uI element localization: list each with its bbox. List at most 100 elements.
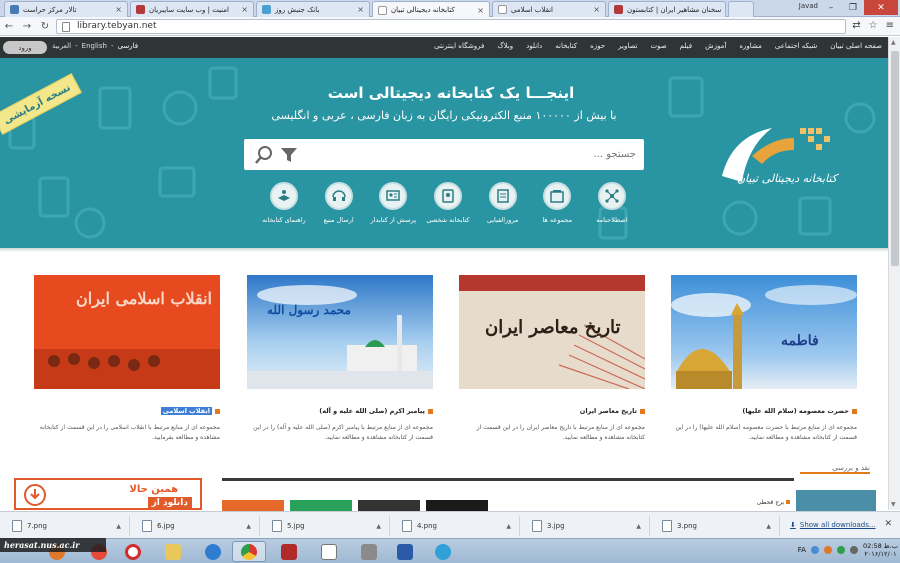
menu-item[interactable]: کتابخانه	[555, 42, 577, 50]
lang-persian[interactable]: فارسی	[117, 42, 138, 50]
maximize-icon[interactable]: ❐	[842, 0, 864, 15]
chevron-down-icon[interactable]: ▲	[766, 523, 771, 530]
tab-close-icon[interactable]: ×	[241, 5, 248, 14]
download-item[interactable]: 3.png ▲	[654, 516, 780, 536]
browser-tab[interactable]: بانک جنبش روز ×	[256, 1, 370, 17]
chevron-down-icon[interactable]: ▲	[116, 523, 121, 530]
menu-item[interactable]: صفحه اصلی تبیان	[830, 42, 882, 50]
browser-tab[interactable]: امنیت | وب سایت سایبریان ×	[130, 1, 254, 17]
taskbar-app[interactable]	[352, 541, 386, 562]
taskbar-app[interactable]	[426, 541, 460, 562]
tray-icon[interactable]	[810, 546, 819, 554]
collection-card[interactable]: انقلاب اسلامی ایران انقلاب اسلامی مجموعه…	[34, 275, 220, 443]
download-item[interactable]: 4.png ▲	[394, 516, 520, 536]
tray-icon[interactable]	[836, 546, 845, 554]
feature-library-guide[interactable]: راهنمای کتابخانه	[258, 182, 310, 232]
collection-card[interactable]: تاریخ معاصر ایران تاریخ معاصر ایران مجمو…	[459, 275, 645, 443]
clock[interactable]: 02:58 ب.ظ ۲۰۱۶/۱۲/۰۱	[863, 542, 898, 558]
close-icon[interactable]: ✕	[864, 0, 898, 15]
feature-ask-librarian[interactable]: پرسش از کتابدار	[367, 182, 419, 232]
collection-image[interactable]: فاطمه	[671, 275, 857, 389]
browser-user-name[interactable]: Javad	[799, 2, 818, 10]
collection-card[interactable]: فاطمه حضرت معصومه (سلام الله علیها) مجمو…	[671, 275, 857, 443]
feature-upload-source[interactable]: ارسال منبع	[313, 182, 365, 232]
search-icon[interactable]	[254, 145, 274, 165]
collection-title[interactable]: حضرت معصومه (سلام الله علیها)	[742, 407, 849, 415]
speaker-icon[interactable]	[849, 546, 858, 554]
feature-label: راهنمای کتابخانه	[262, 216, 306, 224]
download-item[interactable]: 5.jpg ▲	[264, 516, 390, 536]
forward-arrow-icon[interactable]: →	[18, 18, 36, 35]
translate-icon[interactable]: ⇄	[852, 20, 860, 31]
taskbar-app[interactable]	[272, 541, 306, 562]
back-arrow-icon[interactable]: ←	[0, 18, 18, 35]
review-item-title[interactable]: برج قحطی	[700, 499, 790, 506]
feature-personal-library[interactable]: کتابخانه شخصی	[422, 182, 474, 232]
menu-item[interactable]: فیلم	[680, 42, 692, 50]
menu-item[interactable]: آموزش	[705, 42, 726, 50]
download-item[interactable]: 7.png ▲	[4, 516, 130, 536]
show-all-downloads-link[interactable]: ⬇ Show all downloads...	[790, 521, 876, 529]
bookmark-star-icon[interactable]: ☆	[869, 20, 878, 31]
menu-item[interactable]: فروشگاه اینترنتی	[434, 42, 484, 50]
review-item-label[interactable]: برج قحطی	[757, 499, 784, 506]
collection-title[interactable]: تاریخ معاصر ایران	[580, 407, 637, 415]
browser-tab[interactable]: سخنان مشاهیر ایران | کتابستون ×	[608, 1, 726, 17]
collection-title[interactable]: انقلاب اسلامی	[160, 407, 212, 415]
lang-english[interactable]: English	[82, 42, 107, 50]
chevron-down-icon[interactable]: ▲	[246, 523, 251, 530]
taskbar-app[interactable]	[388, 541, 422, 562]
tab-close-icon[interactable]: ×	[115, 5, 122, 14]
menu-item[interactable]: مشاوره	[739, 42, 762, 50]
collection-title[interactable]: پیامبر اکرم (صلی الله علیه و آله)	[319, 407, 425, 415]
feature-alphabet-browse[interactable]: مرورالفبایی	[477, 182, 529, 232]
chevron-down-icon[interactable]: ▲	[636, 523, 641, 530]
login-button[interactable]: ورود	[3, 41, 47, 54]
chevron-down-icon[interactable]: ▲	[506, 523, 511, 530]
taskbar-app[interactable]	[116, 541, 150, 562]
menu-item[interactable]: وبلاگ	[497, 42, 513, 50]
collection-image[interactable]: محمد رسول الله	[247, 275, 433, 389]
menu-item[interactable]: تصاویر	[618, 42, 637, 50]
taskbar-app[interactable]	[156, 541, 190, 562]
taskbar-app[interactable]	[196, 541, 230, 562]
reload-icon[interactable]: ↻	[36, 18, 54, 35]
taskbar-app-active[interactable]	[232, 541, 266, 562]
menu-item[interactable]: دانلود	[526, 42, 542, 50]
close-icon[interactable]: ✕	[884, 519, 892, 529]
tray-icon[interactable]	[823, 546, 832, 554]
scrollbar-thumb[interactable]	[891, 51, 899, 266]
new-tab-button[interactable]	[728, 1, 754, 17]
collection-image[interactable]: تاریخ معاصر ایران	[459, 275, 645, 389]
address-bar[interactable]: library.tebyan.net	[56, 19, 846, 34]
download-item[interactable]: 3.jpg ▲	[524, 516, 650, 536]
search-input[interactable]	[336, 145, 636, 164]
chevron-down-icon[interactable]: ▲	[376, 523, 381, 530]
menu-icon[interactable]: ≡	[886, 20, 894, 31]
feature-collections[interactable]: مجموعه ها	[531, 182, 583, 232]
tab-close-icon[interactable]: ×	[357, 5, 364, 14]
collection-card[interactable]: محمد رسول الله پیامبر اکرم (صلی الله علی…	[247, 275, 433, 443]
review-feature-image[interactable]	[796, 490, 876, 512]
feature-thesaurus[interactable]: اصطلاحنامه	[586, 182, 638, 232]
menu-item[interactable]: شبکه اجتماعی	[775, 42, 817, 50]
taskbar-app[interactable]	[312, 541, 346, 562]
collection-image[interactable]: انقلاب اسلامی ایران	[34, 275, 220, 389]
filter-icon[interactable]	[280, 146, 298, 164]
browser-tab[interactable]: انقلاب اسلامی ×	[492, 1, 606, 17]
scroll-up-icon[interactable]: ▲	[891, 39, 896, 46]
tab-close-icon[interactable]: ×	[477, 6, 484, 15]
lang-arabic[interactable]: العربية	[52, 42, 71, 50]
menu-item[interactable]: صوت	[650, 42, 666, 50]
language-indicator[interactable]: FA	[798, 546, 806, 554]
tab-close-icon[interactable]: ×	[593, 5, 600, 14]
scroll-down-icon[interactable]: ▼	[891, 501, 896, 508]
page-scrollbar[interactable]: ▲ ▼	[888, 37, 900, 510]
browser-tab-active[interactable]: کتابخانه دیجیتالی تبیان ×	[372, 1, 490, 18]
menu-item[interactable]: حوزه	[590, 42, 605, 50]
tab-close-icon[interactable]: ×	[725, 5, 726, 14]
download-app-banner[interactable]: همین حالا دانلود از	[14, 478, 202, 510]
download-item[interactable]: 6.jpg ▲	[134, 516, 260, 536]
browser-tab[interactable]: تالار مرکز حراست ×	[4, 1, 128, 17]
minimize-icon[interactable]: –	[820, 0, 842, 15]
